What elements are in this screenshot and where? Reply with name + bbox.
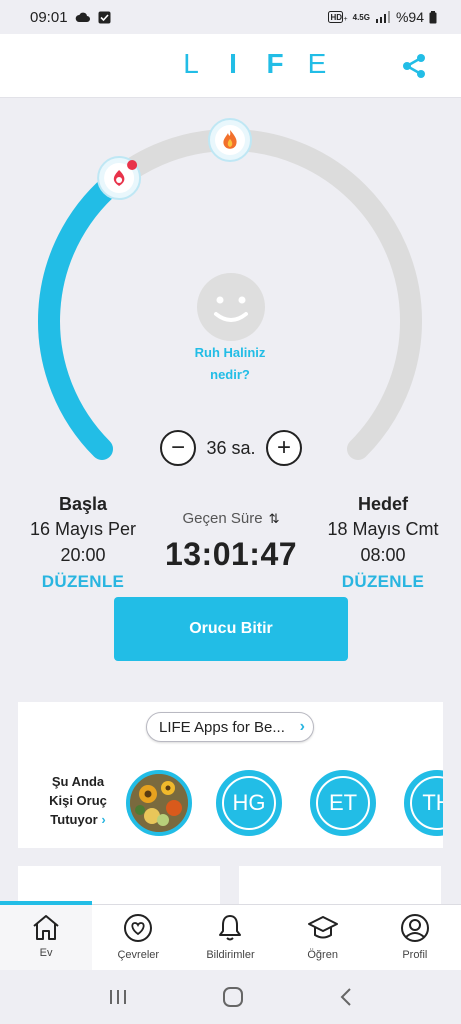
- status-time: 09:01: [30, 8, 68, 26]
- target-date: 18 Mayıs Cmt: [327, 519, 439, 539]
- nav-item-notifications[interactable]: Bildirimler: [184, 905, 276, 971]
- start-date: 16 Mayıs Per: [29, 519, 137, 539]
- checkbox-icon: [98, 11, 111, 23]
- start-time: 20:00: [60, 545, 106, 565]
- home-icon: [33, 915, 59, 940]
- active-tab-indicator: [0, 901, 92, 905]
- fasting-now-line1: Şu Anda: [51, 774, 105, 789]
- profile-icon: [400, 914, 429, 942]
- elapsed-column: Geçen Süre ⇅ 13:01:47: [150, 508, 312, 573]
- decrease-duration-button[interactable]: −: [160, 430, 196, 466]
- system-nav-bar: [0, 970, 461, 1024]
- nav-item-profile[interactable]: Profil: [369, 905, 461, 971]
- share-icon[interactable]: [398, 50, 430, 82]
- mood-face-icon[interactable]: [196, 272, 266, 342]
- avatar[interactable]: TH: [404, 770, 443, 836]
- avatar[interactable]: ET: [310, 770, 376, 836]
- end-fast-button[interactable]: Orucu Bitir: [114, 597, 348, 661]
- avatar[interactable]: [126, 770, 192, 836]
- fasting-now-line2: Kişi Oruç: [49, 793, 107, 808]
- nav-item-home[interactable]: Ev: [0, 905, 93, 971]
- signal-icon: [375, 11, 390, 23]
- mood-prompt-line2: nedir?: [210, 367, 250, 382]
- fat-burn-flame-icon[interactable]: [208, 118, 252, 162]
- ketosis-phase-icon[interactable]: [97, 156, 142, 200]
- logo-letter-i: I: [229, 48, 237, 79]
- logo-letter-e: E: [307, 48, 327, 79]
- nav-label: Ev: [39, 947, 53, 959]
- network-type: 4.5G: [352, 12, 370, 22]
- fasting-now-line3: Tutuyor: [50, 812, 98, 827]
- status-bar: 09:01 HD + 4.5G %94: [0, 0, 461, 34]
- chevron-right-icon: ›: [299, 718, 305, 735]
- promo-label: LIFE Apps for Be...: [159, 718, 285, 736]
- cloud-icon: [75, 12, 90, 22]
- bell-icon: [219, 915, 242, 941]
- back-icon[interactable]: [338, 987, 354, 1007]
- elapsed-time: 13:01:47: [164, 536, 298, 572]
- avatar[interactable]: HG: [216, 770, 282, 836]
- swap-arrows-icon[interactable]: ⇅: [269, 511, 280, 526]
- target-title: Hedef: [357, 494, 408, 514]
- hd-icon: HD +: [327, 11, 347, 23]
- life-apps-promo-button[interactable]: LIFE Apps for Be... ›: [146, 712, 314, 742]
- start-title: Başla: [58, 494, 108, 514]
- logo-letter-f: F: [266, 48, 284, 79]
- graduation-cap-icon: [307, 916, 338, 939]
- nav-label: Profil: [402, 949, 428, 961]
- elapsed-label-row[interactable]: Geçen Süre ⇅: [150, 508, 312, 530]
- elapsed-label: Geçen Süre: [182, 510, 263, 527]
- mood-prompt[interactable]: Ruh Haliniz nedir?: [150, 342, 310, 386]
- flowers-photo: [130, 774, 188, 832]
- duration-stepper: − 36 sa. +: [160, 430, 302, 466]
- life-logo: LIFE: [170, 48, 338, 80]
- nav-label: Bildirimler: [206, 949, 255, 961]
- start-column: Başla 16 Mayıs Per 20:00 DÜZENLE: [8, 492, 158, 596]
- nav-label: Öğren: [307, 949, 338, 961]
- mood-prompt-line1: Ruh Haliniz: [194, 345, 266, 360]
- edit-target-button[interactable]: DÜZENLE: [308, 568, 458, 596]
- heart-circle-icon: [124, 914, 153, 942]
- duration-label: 36 sa.: [206, 437, 256, 458]
- fasting-ring: Ruh Haliniz nedir? − 36 sa. +: [0, 98, 461, 498]
- ring-progress: [38, 167, 131, 460]
- svg-text:HD: HD: [330, 13, 342, 22]
- recent-apps-icon[interactable]: [107, 988, 129, 1006]
- target-column: Hedef 18 Mayıs Cmt 08:00 DÜZENLE: [308, 492, 458, 596]
- edit-start-button[interactable]: DÜZENLE: [8, 568, 158, 596]
- svg-text:+: +: [343, 16, 347, 23]
- community-card: LIFE Apps for Be... › Şu Anda Kişi Oruç …: [18, 702, 443, 848]
- logo-letter-l: L: [183, 48, 199, 79]
- home-button-icon[interactable]: [222, 986, 244, 1008]
- battery-icon: [429, 10, 437, 23]
- battery-percent: %94: [395, 9, 424, 25]
- nav-label: Çevreler: [117, 949, 160, 961]
- target-time: 08:00: [360, 545, 406, 565]
- fasting-now-link[interactable]: Şu Anda Kişi Oruç Tutuyor ›: [28, 772, 128, 829]
- app-header: LIFE: [0, 34, 461, 98]
- bottom-nav: Ev Çevreler Bildirimler Öğren Profil: [0, 901, 461, 971]
- chevron-right-icon: ›: [101, 812, 106, 827]
- increase-duration-button[interactable]: +: [265, 430, 302, 466]
- nav-item-learn[interactable]: Öğren: [277, 905, 369, 971]
- nav-item-circles[interactable]: Çevreler: [92, 905, 184, 971]
